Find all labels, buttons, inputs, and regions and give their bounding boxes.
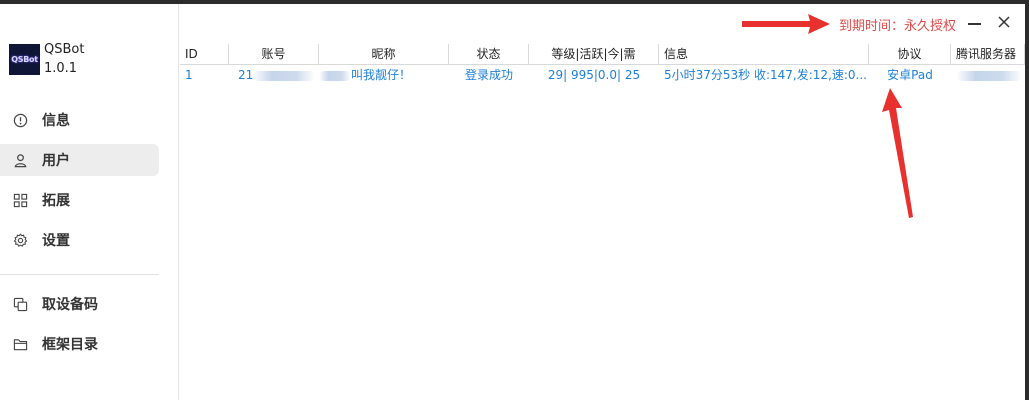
user-table: ID 账号 昵称 状态 等级|活跃|今|需 信息 协议 腾讯服务器 1 21 叫… [180,44,1025,85]
redacted-blur [253,70,316,81]
cell-level: 29| 995|0.0| 25 [547,68,641,82]
sidebar-item-info[interactable]: 信息 [0,104,159,136]
sidebar-item-settings[interactable]: 设置 [0,224,159,256]
cell-id: 1 [185,68,193,82]
sidebar-nav-secondary: 取设备码 框架目录 [0,288,179,368]
close-button[interactable] [994,12,1014,32]
column-header-status[interactable]: 状态 [449,44,529,65]
column-header-level[interactable]: 等级|活跃|今|需 [529,44,659,65]
app-version: 1.0.1 [44,61,78,76]
cell-server [951,65,1025,85]
expire-time-label: 到期时间：永久授权 [839,19,957,34]
column-header-info[interactable]: 信息 [659,44,869,65]
column-header-nickname[interactable]: 昵称 [319,44,449,65]
cell-protocol: 安卓Pad [887,68,933,82]
column-header-server[interactable]: 腾讯服务器 [951,44,1025,65]
logo-text: QSBot [11,55,38,64]
sidebar-item-extensions[interactable]: 拓展 [0,184,159,216]
cell-info: 5小时37分53秒 收:147,发:12,速:0... [664,68,867,82]
window-edge [1025,0,1029,400]
info-icon [12,112,28,128]
cell-nickname-text: 叫我靓仔！ [351,68,412,82]
app-name: QSBot [44,42,85,57]
app-logo: QSBot [9,44,40,75]
close-icon [998,16,1010,28]
copy-icon [12,296,28,312]
app-window: QSBot QSBot 1.0.1 信息 用户 拓展 设置 取设备码 框架目录 … [0,4,1025,400]
gear-icon [12,232,28,248]
cell-nickname: 叫我靓仔！ [319,65,449,85]
folder-icon [12,336,28,352]
cell-account-text: 21 [238,68,254,82]
sidebar-item-label: 设置 [42,233,70,249]
sidebar: QSBot QSBot 1.0.1 信息 用户 拓展 设置 取设备码 框架目录 [0,4,179,400]
sidebar-item-label: 取设备码 [42,297,98,313]
sidebar-nav: 信息 用户 拓展 设置 [0,104,179,264]
column-header-protocol[interactable]: 协议 [869,44,951,65]
sidebar-item-framework-dir[interactable]: 框架目录 [0,328,159,360]
minimize-button[interactable] [965,12,985,32]
user-icon [12,152,28,168]
brand: QSBot QSBot 1.0.1 [9,42,84,77]
sidebar-item-users[interactable]: 用户 [0,144,159,176]
cell-status: 登录成功 [464,68,513,82]
grid-icon [12,192,28,208]
sidebar-item-label: 用户 [42,153,70,169]
table-row[interactable]: 1 21 叫我靓仔！ 登录成功 29| 995|0.0| 25 5小时37分53… [180,65,1025,85]
sidebar-item-label: 拓展 [42,193,70,209]
title-bar: 到期时间：永久授权 [180,4,1025,44]
redacted-blur [956,70,1022,81]
column-header-account[interactable]: 账号 [229,44,319,65]
table-header: ID 账号 昵称 状态 等级|活跃|今|需 信息 协议 腾讯服务器 [180,44,1025,65]
column-header-id[interactable]: ID [180,44,229,65]
sidebar-divider [0,274,159,275]
redacted-blur [319,70,351,81]
sidebar-item-label: 框架目录 [42,337,98,353]
cell-account: 21 [229,65,319,85]
sidebar-item-label: 信息 [42,113,70,129]
sidebar-item-get-device-code[interactable]: 取设备码 [0,288,159,320]
